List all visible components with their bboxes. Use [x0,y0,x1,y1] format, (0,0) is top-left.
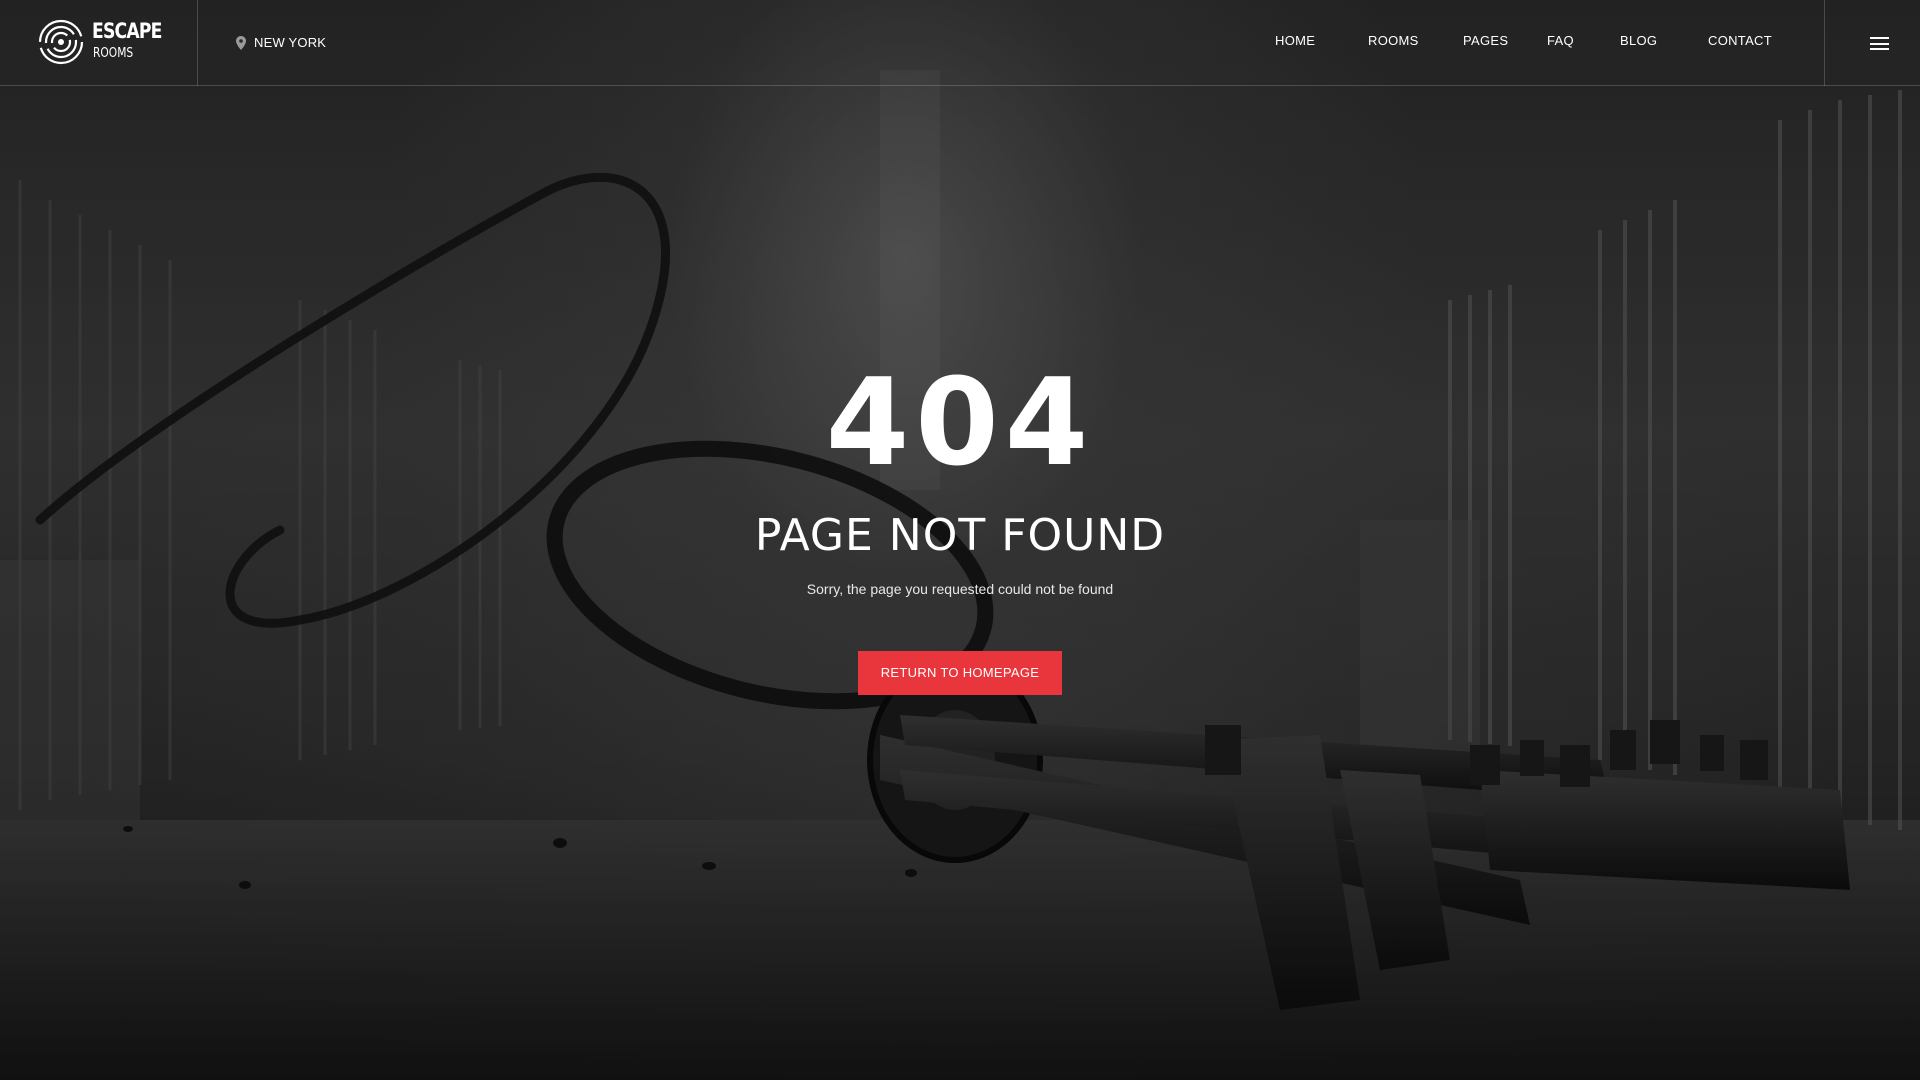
error-message: Sorry, the page you requested could not … [806,581,1114,597]
return-to-homepage-button[interactable]: RETURN TO HOMEPAGE [858,651,1062,695]
error-section: 404 PAGE NOT FOUND Sorry, the page you r… [0,0,1920,1080]
page-title: PAGE NOT FOUND [754,510,1166,561]
page: ESCAPE ROOMS NEW YORK HOME ROOMS PAGES F… [0,0,1920,1080]
error-code: 404 [825,354,1095,493]
